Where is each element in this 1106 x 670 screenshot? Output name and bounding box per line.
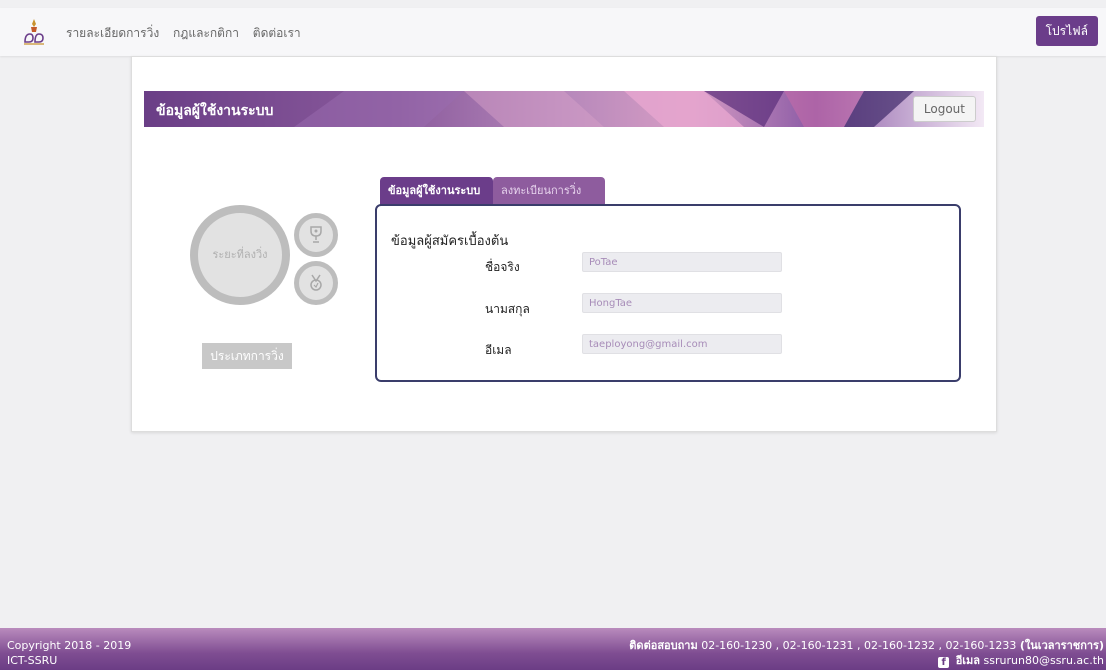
medal-circle xyxy=(294,261,338,305)
medal-icon xyxy=(310,274,322,291)
tab-user-info[interactable]: ข้อมูลผู้ใช้งานระบบ xyxy=(380,177,493,205)
last-name-field[interactable]: HongTae xyxy=(582,293,782,313)
footer-email[interactable]: ssrurun80@ssru.ac.th xyxy=(984,654,1104,667)
applicant-info-panel: ข้อมูลผู้สมัครเบื้องต้น ชื่อจริง PoTae น… xyxy=(375,204,961,382)
org-text: ICT-SSRU xyxy=(7,654,58,667)
form-heading: ข้อมูลผู้สมัครเบื้องต้น xyxy=(391,234,509,249)
profile-button[interactable]: โปรไฟล์ xyxy=(1035,16,1098,46)
banner-title: ข้อมูลผู้ใช้งานระบบ xyxy=(156,103,274,119)
first-name-label: ชื่อจริง xyxy=(485,260,520,274)
user-info-card: ข้อมูลผู้ใช้งานระบบ Logout ระยะที่ลงวิ่ง… xyxy=(131,56,997,432)
distance-label: ระยะที่ลงวิ่ง xyxy=(212,248,268,261)
footer-left: Copyright 2018 - 2019 ICT-SSRU xyxy=(7,638,131,668)
email-label: อีเมล xyxy=(485,343,512,357)
trophy-circle xyxy=(294,213,338,257)
banner-header: ข้อมูลผู้ใช้งานระบบ Logout xyxy=(144,91,984,127)
nav-links: รายละเอียดการวิ่ง กฎและกติกา ติดต่อเรา xyxy=(66,24,311,43)
last-name-label: นามสกุล xyxy=(485,302,530,316)
email-field[interactable]: taeployong@gmail.com xyxy=(582,334,782,354)
footer: Copyright 2018 - 2019 ICT-SSRU ติดต่อสอบ… xyxy=(0,628,1106,670)
copyright-text: Copyright 2018 - 2019 xyxy=(7,639,132,652)
ssru-logo[interactable] xyxy=(22,18,46,46)
nav-link-rules[interactable]: กฎและกติกา xyxy=(173,26,239,40)
email-line: f อีเมล ssrurun80@ssru.ac.th xyxy=(629,653,1104,668)
contact-line: ติดต่อสอบถาม 02-160-1230 , 02-160-1231 ,… xyxy=(629,638,1104,653)
tab-run-registration[interactable]: ลงทะเบียนการวิ่ง xyxy=(493,177,605,205)
first-name-field[interactable]: PoTae xyxy=(582,252,782,272)
contact-hours: (ในเวลาราชการ) xyxy=(1019,639,1104,652)
footer-contact: ติดต่อสอบถาม 02-160-1230 , 02-160-1231 ,… xyxy=(629,638,1104,668)
contact-numbers: 02-160-1230 , 02-160-1231 , 02-160-1232 … xyxy=(701,639,1017,652)
distance-circle: ระยะที่ลงวิ่ง xyxy=(190,205,290,305)
run-type-button[interactable]: ประเภทการวิ่ง xyxy=(202,343,292,369)
top-navbar: รายละเอียดการวิ่ง กฎและกติกา ติดต่อเรา โ… xyxy=(0,8,1106,56)
nav-link-contact[interactable]: ติดต่อเรา xyxy=(253,26,301,40)
footer-email-label: อีเมล xyxy=(955,654,981,667)
contact-label: ติดต่อสอบถาม xyxy=(629,639,698,652)
facebook-icon[interactable]: f xyxy=(938,657,950,668)
logout-button[interactable]: Logout xyxy=(912,96,976,122)
nav-link-run-details[interactable]: รายละเอียดการวิ่ง xyxy=(66,26,159,40)
trophy-icon xyxy=(310,226,322,243)
